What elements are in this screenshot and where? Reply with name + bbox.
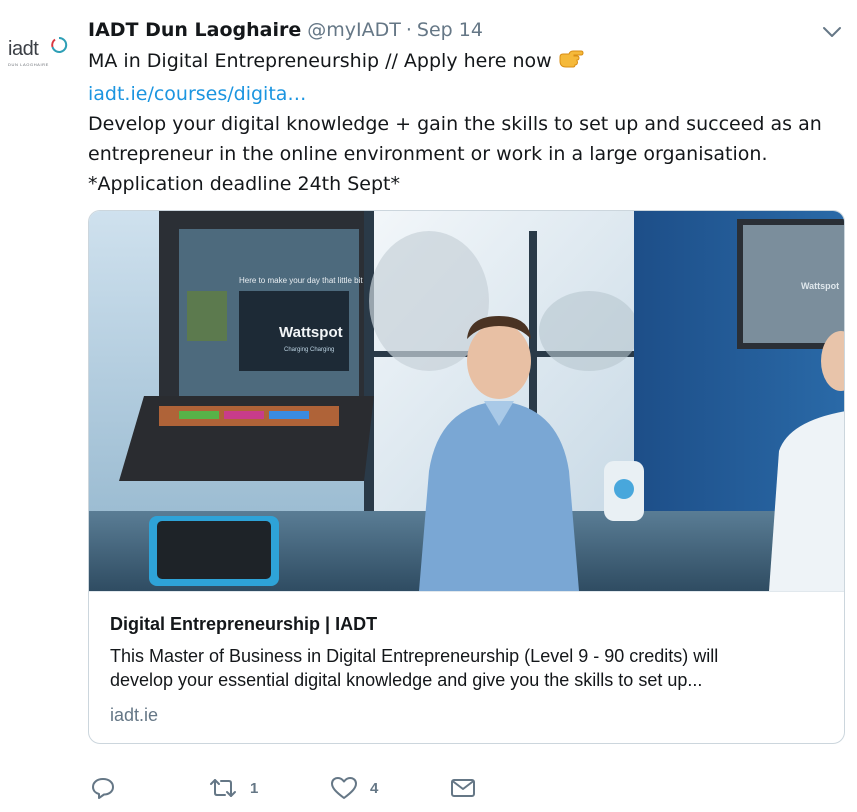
tweet-text-line-3: entrepreneur in the online environment o… <box>88 143 768 165</box>
card-image-text-4: Wattspot <box>801 281 839 291</box>
retweet-count: 1 <box>250 779 259 797</box>
heart-icon <box>331 777 357 799</box>
card-body[interactable]: Digital Entrepreneurship | IADT This Mas… <box>89 591 844 743</box>
tweet-text-line-2: Develop your digital knowledge + gain th… <box>88 113 822 135</box>
author-handle[interactable]: @myIADT <box>307 19 401 41</box>
avatar-subtext: DUN LAOGHAIRE <box>8 62 49 67</box>
more-options-chevron-down-icon[interactable] <box>820 22 844 42</box>
envelope-icon <box>451 779 475 797</box>
tweet-text-line-1: MA in Digital Entrepreneurship // Apply … <box>88 50 552 72</box>
author-avatar[interactable]: iadt DUN LAOGHAIRE <box>4 32 70 72</box>
card-image-text-3: Charging Charging <box>284 347 334 353</box>
tweet-actions: 1 4 <box>88 772 588 804</box>
card-description-line-1: This Master of Business in Digital Entre… <box>110 646 719 666</box>
tweet-link[interactable]: iadt.ie/courses/digita… <box>88 79 848 109</box>
card-description-line-2: develop your essential digital knowledge… <box>110 670 703 690</box>
author-name[interactable]: IADT Dun Laoghaire <box>88 19 301 41</box>
avatar-logo-arc-icon <box>51 36 68 53</box>
tweet-date[interactable]: Sep 14 <box>417 19 483 41</box>
like-count: 4 <box>370 779 379 797</box>
card-description: This Master of Business in Digital Entre… <box>110 644 835 692</box>
avatar-wordmark: iadt <box>8 38 39 60</box>
card-image-text-1: Here to make your day that little bit <box>239 276 363 285</box>
tweet-text: MA in Digital Entrepreneurship // Apply … <box>88 46 848 199</box>
link-preview-card[interactable]: Here to make your day that little bit Wa… <box>88 210 845 744</box>
reply-button[interactable] <box>90 772 116 804</box>
header-separator: · <box>405 19 412 41</box>
card-domain: iadt.ie <box>110 705 159 725</box>
direct-message-button[interactable] <box>450 772 476 804</box>
card-preview-image[interactable]: Here to make your day that little bit Wa… <box>89 211 844 591</box>
reply-icon <box>92 778 114 799</box>
tweet-header: IADT Dun Laoghaire @myIADT · Sep 14 <box>88 15 483 45</box>
retweet-icon <box>210 779 236 797</box>
card-image-text-2: Wattspot <box>279 324 343 341</box>
pointing-right-hand-emoji-icon <box>558 48 584 79</box>
retweet-button[interactable]: 1 <box>208 772 258 804</box>
like-button[interactable]: 4 <box>330 772 378 804</box>
tweet-text-line-4: *Application deadline 24th Sept* <box>88 173 400 195</box>
card-title: Digital Entrepreneurship | IADT <box>110 614 378 634</box>
